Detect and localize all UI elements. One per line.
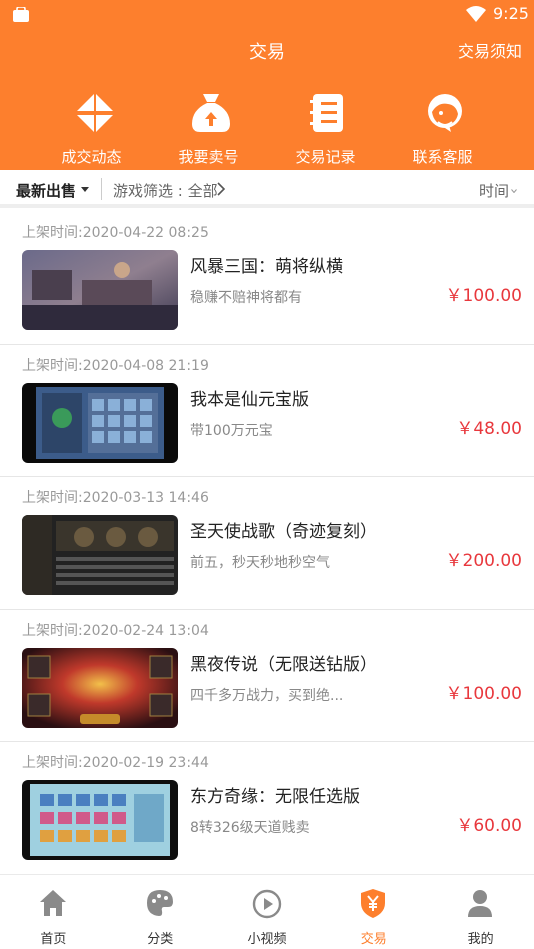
listing-title: 圣天使战歌（奇迹复刻）: [190, 522, 377, 542]
quick-action-customer-service[interactable]: 联系客服: [384, 92, 501, 167]
listing-price: ￥48.00: [456, 418, 522, 439]
quick-action-label: 成交动态: [61, 148, 122, 166]
palette-icon: [146, 890, 173, 916]
quick-action-sell-account[interactable]: 我要卖号: [150, 92, 267, 167]
listing-description: 稳赚不赔神将都有: [190, 290, 302, 306]
home-icon: [40, 890, 66, 916]
game-filter-button[interactable]: 游戏筛选 : 全部: [113, 180, 218, 201]
listing-thumbnail: [22, 515, 178, 595]
listing-price: ￥100.00: [445, 286, 522, 306]
tab-label: 分类: [147, 932, 174, 947]
listing-title: 我本是仙元宝版: [190, 389, 309, 410]
shopping-bag-icon: [13, 7, 29, 22]
listing-item[interactable]: 上架时间:2020-04-08 21:19 我本是仙元宝版 带100万元宝 ￥4…: [0, 344, 534, 477]
listing-thumbnail: [22, 382, 178, 463]
status-time: 9:25: [493, 4, 529, 23]
quick-action-label: 联系客服: [412, 148, 473, 166]
tab-home[interactable]: 首页: [0, 875, 107, 949]
quick-actions: 成交动态 我要卖号 交易记录 联系客服: [0, 92, 534, 167]
chevron-right-icon: [217, 182, 226, 196]
deal-activity-icon: [77, 94, 113, 132]
status-bar: 9:25: [0, 0, 534, 30]
listing-time: 上架时间:2020-04-08 21:19: [22, 357, 209, 374]
time-sort-button[interactable]: 时间: [479, 180, 509, 201]
tab-mine[interactable]: 我的: [427, 875, 534, 949]
trade-record-icon: [310, 94, 343, 132]
listing-price: ￥100.00: [445, 683, 522, 704]
trade-page: 9:25 交易 交易须知 成交动态 我要卖号 交易记录 联系客服 最新出售 游戏…: [0, 0, 534, 949]
listing-time: 上架时间:2020-04-22 08:25: [22, 225, 209, 241]
wifi-icon: [466, 6, 486, 22]
chevron-down-icon: [511, 189, 517, 193]
quick-action-label: 我要卖号: [178, 148, 239, 166]
sort-dropdown[interactable]: 最新出售: [16, 180, 76, 201]
tab-short-video[interactable]: 小视频: [214, 875, 321, 949]
listing-title: 黑夜传说（无限送钻版）: [190, 654, 377, 675]
tab-category[interactable]: 分类: [107, 875, 214, 949]
listing-item[interactable]: 上架时间:2020-03-13 14:46 圣天使战歌（奇迹复刻） 前五，秒天秒…: [0, 477, 534, 610]
listing-description: 前五，秒天秒地秒空气: [190, 555, 330, 571]
listing-list: 上架时间:2020-04-22 08:25 风暴三国：萌将纵横 稳赚不赔神将都有…: [0, 212, 534, 875]
customer-service-icon: [428, 94, 462, 132]
listing-time: 上架时间:2020-03-13 14:46: [22, 490, 209, 506]
trade-notice-link[interactable]: 交易须知: [458, 38, 522, 62]
tab-trade[interactable]: 交易: [320, 875, 427, 949]
user-icon: [468, 890, 493, 917]
trade-shield-icon: [361, 889, 386, 918]
filter-bar: 最新出售 游戏筛选 : 全部 时间: [0, 170, 534, 208]
play-video-icon: [252, 889, 281, 919]
listing-price: ￥200.00: [445, 551, 522, 571]
quick-action-deal-activity[interactable]: 成交动态: [33, 92, 150, 167]
bottom-tab-bar: 首页 分类 小视频 交易 我的: [0, 874, 534, 949]
listing-description: 四千多万战力，买到绝...: [190, 687, 344, 704]
listing-item[interactable]: 上架时间:2020-02-24 13:04 黑夜传说（无限送钻版） 四千多万战力…: [0, 609, 534, 742]
tab-label: 交易: [360, 932, 387, 947]
tab-label: 我的: [467, 932, 494, 947]
listing-description: 带100万元宝: [190, 422, 273, 439]
divider: [101, 178, 102, 200]
listing-title: 风暴三国：萌将纵横: [190, 257, 343, 277]
listing-thumbnail: [22, 647, 178, 728]
quick-action-trade-record[interactable]: 交易记录: [267, 92, 384, 167]
quick-action-label: 交易记录: [295, 148, 356, 166]
listing-time: 上架时间:2020-02-19 23:44: [22, 755, 209, 771]
listing-thumbnail: [22, 780, 178, 860]
listing-time: 上架时间:2020-02-24 13:04: [22, 622, 209, 639]
caret-down-icon: [81, 187, 89, 192]
page-title: 交易: [249, 42, 285, 63]
listing-item[interactable]: 上架时间:2020-04-22 08:25 风暴三国：萌将纵横 稳赚不赔神将都有…: [0, 212, 534, 345]
listing-thumbnail: [22, 250, 178, 330]
tab-label: 首页: [40, 932, 67, 947]
listing-title: 东方奇缘：无限任选版: [190, 787, 360, 807]
listing-item[interactable]: 上架时间:2020-02-19 23:44 东方奇缘：无限任选版 8转326级天…: [0, 742, 534, 875]
listing-price: ￥60.00: [456, 816, 522, 836]
sell-account-bag-icon: [192, 94, 230, 132]
listing-description: 8转326级天道贱卖: [190, 820, 310, 836]
header: 9:25 交易 交易须知 成交动态 我要卖号 交易记录 联系客服: [0, 0, 534, 170]
tab-label: 小视频: [247, 932, 287, 947]
